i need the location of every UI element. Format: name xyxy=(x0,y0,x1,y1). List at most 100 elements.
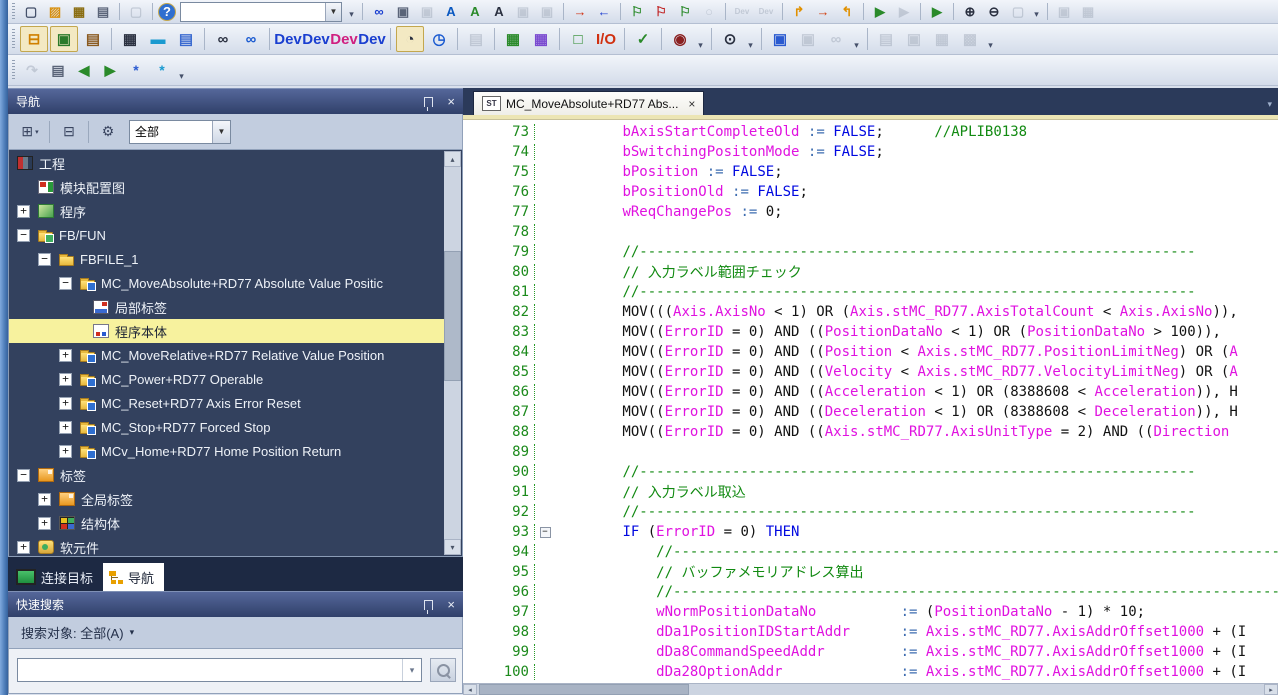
memory-table-icon[interactable]: ▦ xyxy=(528,27,554,51)
exec2-icon[interactable]: ▶ xyxy=(926,2,948,21)
redo-icon[interactable]: → xyxy=(569,2,591,21)
code-line[interactable]: 83 MOV((ErrorID = 0) AND ((PositionDataN… xyxy=(463,322,1278,342)
window-search-icon[interactable]: ▣ xyxy=(767,27,793,51)
check-program-icon[interactable]: ✓ xyxy=(630,27,656,51)
edit-box-icon[interactable]: □ xyxy=(565,27,591,51)
search-next-icon[interactable]: ▶ xyxy=(98,59,122,81)
code-line[interactable]: 89 xyxy=(463,442,1278,462)
jump-comment-icon[interactable]: ↱ xyxy=(788,2,810,21)
code-line[interactable]: 81 //-----------------------------------… xyxy=(463,282,1278,302)
device-swap-icon[interactable]: Dev xyxy=(331,27,357,51)
code-line[interactable]: 99 dDa8CommandSpeedAddr := Axis.stMC_RD7… xyxy=(463,642,1278,662)
tree-expander-plus-icon[interactable]: + xyxy=(59,445,72,458)
jump-back-icon[interactable]: ↰ xyxy=(836,2,858,21)
tab-close-icon[interactable]: × xyxy=(688,97,695,111)
tree-expander-minus-icon[interactable]: − xyxy=(59,277,72,290)
tree-expander-plus-icon[interactable]: + xyxy=(59,349,72,362)
watch-clock-icon[interactable]: ◷ xyxy=(426,27,452,51)
parameter-table-icon[interactable]: ▦ xyxy=(500,27,526,51)
pin-icon[interactable] xyxy=(424,97,433,107)
cpu-monitor-icon[interactable]: ◉ xyxy=(667,27,693,51)
editor-hscrollbar-thumb[interactable] xyxy=(479,684,689,695)
editor-tab[interactable]: ST MC_MoveAbsolute+RD77 Abs... × xyxy=(473,91,704,115)
code-line[interactable]: 78 xyxy=(463,222,1278,242)
tree-item[interactable]: +MCv_Home+RD77 Home Position Return xyxy=(9,439,444,463)
find-flag-red-icon[interactable]: ⚐ xyxy=(650,2,672,21)
insert-col-icon[interactable]: * xyxy=(150,59,174,81)
tree-expander-minus-icon[interactable]: − xyxy=(38,253,51,266)
tree-expander-plus-icon[interactable]: + xyxy=(59,421,72,434)
exec-icon[interactable]: ▶ xyxy=(869,2,891,21)
tree-item[interactable]: 模块配置图 xyxy=(9,175,444,199)
tree-expander-minus-icon[interactable]: − xyxy=(17,229,30,242)
nav-filter-combo[interactable]: 全部 ▼ xyxy=(129,120,231,144)
find-label-green-icon[interactable]: A xyxy=(464,2,486,21)
zoom-out-icon[interactable]: ⊖ xyxy=(983,2,1005,21)
code-line[interactable]: 76 bPositionOld := FALSE; xyxy=(463,182,1278,202)
pin-icon[interactable] xyxy=(424,600,433,610)
code-line[interactable]: 92 //-----------------------------------… xyxy=(463,502,1278,522)
tree-expander-plus-icon[interactable]: + xyxy=(59,397,72,410)
code-line[interactable]: 80 // 入力ラベル範囲チェック xyxy=(463,262,1278,282)
find-label-dark-icon[interactable]: A xyxy=(488,2,510,21)
save-icon[interactable]: ▦ xyxy=(68,2,90,21)
search-prev-icon[interactable]: ◀ xyxy=(72,59,96,81)
device-search-icon[interactable]: ⊙ xyxy=(717,27,743,51)
find-next-icon[interactable]: ⚐ xyxy=(674,2,696,21)
code-line[interactable]: 100 dDa28OptionAddr := Axis.stMC_RD77.Ax… xyxy=(463,662,1278,682)
io-assignment-icon[interactable]: I/O xyxy=(593,27,619,51)
watch-monitor-icon[interactable]: ◔ xyxy=(396,26,424,52)
program-list-icon[interactable]: ▬ xyxy=(145,27,171,51)
toolbar-grip[interactable] xyxy=(12,3,15,19)
toolbar-grip[interactable] xyxy=(12,60,15,81)
tree-expander-plus-icon[interactable]: + xyxy=(38,493,51,506)
toolbar-combo-dropdown-icon[interactable]: ▼ xyxy=(325,3,341,21)
code-line[interactable]: 86 MOV((ErrorID = 0) AND ((Acceleration … xyxy=(463,382,1278,402)
tree-expander-plus-icon[interactable]: + xyxy=(59,373,72,386)
fold-collapse-icon[interactable]: − xyxy=(540,527,551,538)
code-line[interactable]: 84 MOV((ErrorID = 0) AND ((Position < Ax… xyxy=(463,342,1278,362)
code-area[interactable]: 73 bAxisStartCompleteOld := FALSE; //APL… xyxy=(463,120,1278,684)
settings-gear-icon[interactable]: ⚙ xyxy=(93,119,123,145)
code-line[interactable]: 85 MOV((ErrorID = 0) AND ((Velocity < Ax… xyxy=(463,362,1278,382)
tree-item[interactable]: 工程 xyxy=(9,151,444,175)
tree-item[interactable]: +软元件 xyxy=(9,535,444,556)
toolbar-overflow-button[interactable]: ▾ xyxy=(850,24,863,54)
code-line[interactable]: 90 //-----------------------------------… xyxy=(463,462,1278,482)
code-line[interactable]: 91 // 入力ラベル取込 xyxy=(463,482,1278,502)
code-line[interactable]: 82 MOV(((Axis.AxisNo < 1) OR (Axis.stMC_… xyxy=(463,302,1278,322)
tree-expander-plus-icon[interactable]: + xyxy=(38,517,51,530)
zoom-in-icon[interactable]: ⊕ xyxy=(959,2,981,21)
code-line[interactable]: 94 //-----------------------------------… xyxy=(463,542,1278,562)
code-line[interactable]: 88 MOV((ErrorID = 0) AND ((Axis.stMC_RD7… xyxy=(463,422,1278,442)
search-input[interactable]: ▾ xyxy=(17,658,422,682)
code-line[interactable]: 96 //-----------------------------------… xyxy=(463,582,1278,602)
tree-item[interactable]: −FBFILE_1 xyxy=(9,247,444,271)
undo-icon[interactable]: ← xyxy=(593,2,615,21)
search-history-dropdown-icon[interactable]: ▾ xyxy=(402,659,421,681)
tree-item[interactable]: +程序 xyxy=(9,199,444,223)
new-file-icon[interactable]: ▢ xyxy=(20,2,42,21)
tree-item[interactable]: +结构体 xyxy=(9,511,444,535)
toolbar-overflow-button[interactable]: ▾ xyxy=(1030,0,1043,23)
code-line[interactable]: 95 // バッファメモリアドレス算出 xyxy=(463,562,1278,582)
device-batch-icon[interactable]: Dev xyxy=(359,27,385,51)
tree-item[interactable]: +全局标签 xyxy=(9,487,444,511)
print-icon[interactable]: ▤ xyxy=(92,2,114,21)
tree-scrollbar[interactable]: ▴ ▾ xyxy=(444,151,461,555)
code-line[interactable]: 98 dDa1PositionIDStartAddr := Axis.stMC_… xyxy=(463,622,1278,642)
close-icon[interactable]: × xyxy=(447,95,455,108)
open-project-icon[interactable]: ▨ xyxy=(44,2,66,21)
tree-display-button[interactable]: ⊞▾ xyxy=(15,119,45,145)
clipboard-icon[interactable]: ▤ xyxy=(80,27,106,51)
close-icon[interactable]: × xyxy=(447,598,455,611)
code-line[interactable]: 75 bPosition := FALSE; xyxy=(463,162,1278,182)
toolbar-overflow-button[interactable]: ▾ xyxy=(984,24,997,54)
copy-icon[interactable]: ▣ xyxy=(392,2,414,21)
tree-expander-plus-icon[interactable]: + xyxy=(17,541,30,554)
tree-item[interactable]: +MC_MoveRelative+RD77 Relative Value Pos… xyxy=(9,343,444,367)
dock-tab-active[interactable]: 导航 xyxy=(103,563,164,591)
code-line[interactable]: 77 wReqChangePos := 0; xyxy=(463,202,1278,222)
toolbar-overflow-button[interactable]: ▾ xyxy=(694,24,707,54)
code-line[interactable]: 93− IF (ErrorID = 0) THEN xyxy=(463,522,1278,542)
